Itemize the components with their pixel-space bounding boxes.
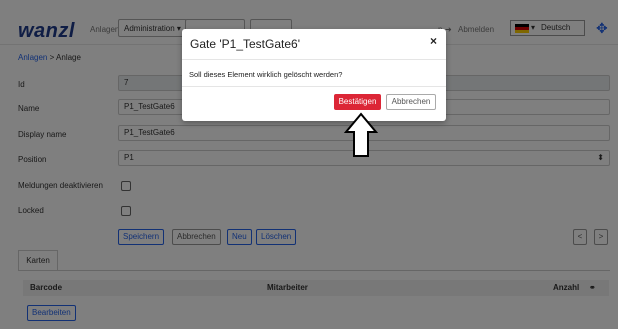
close-icon[interactable]: × xyxy=(430,34,437,48)
dialog-title: Gate 'P1_TestGate6' xyxy=(190,37,300,51)
pointer-arrow-icon xyxy=(343,112,379,157)
dialog-header-divider xyxy=(182,59,446,60)
confirm-button[interactable]: Bestätigen xyxy=(334,94,381,110)
delete-confirm-dialog: Gate 'P1_TestGate6' × Soll dieses Elemen… xyxy=(182,29,446,121)
dialog-footer-divider xyxy=(182,86,446,87)
dialog-message: Soll dieses Element wirklich gelöscht we… xyxy=(189,70,343,79)
dialog-cancel-button[interactable]: Abbrechen xyxy=(386,94,436,110)
